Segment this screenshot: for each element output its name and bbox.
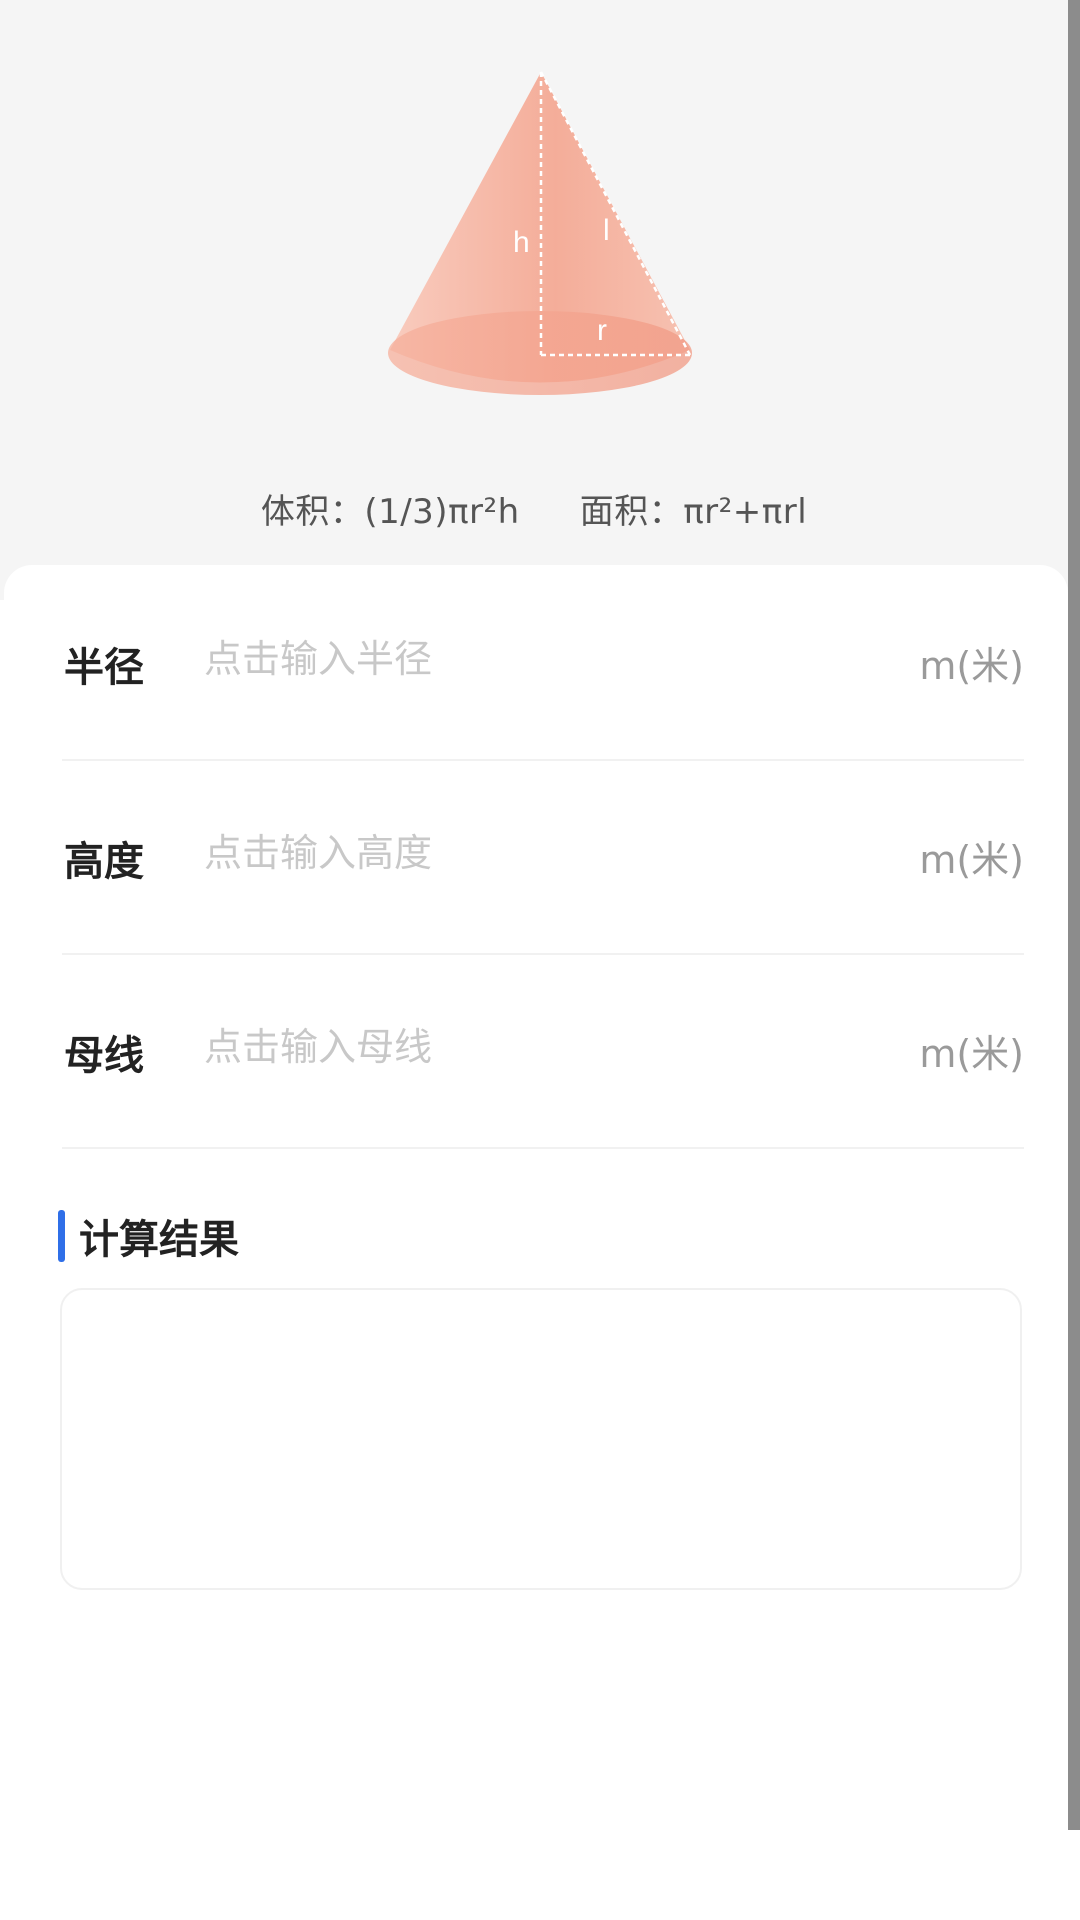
slant-row: 母线 m(米)	[62, 953, 1024, 1149]
result-section-title: 计算结果	[58, 1208, 239, 1264]
radius-input[interactable]	[204, 627, 804, 691]
accent-bar	[58, 1210, 65, 1262]
radius-label: r	[597, 314, 607, 347]
radius-unit: m(米)	[919, 644, 1024, 688]
slant-label: l	[603, 214, 610, 247]
height-label: h	[513, 226, 530, 259]
result-title-text: 计算结果	[79, 1217, 239, 1263]
formula-text: 体积：(1/3)πr²h 面积：πr²+πrl	[0, 484, 1068, 533]
height-input[interactable]	[204, 821, 804, 885]
area-formula: 面积：πr²+πrl	[579, 492, 808, 532]
height-row: 高度 m(米)	[62, 759, 1024, 955]
radius-label-text: 半径	[64, 645, 144, 691]
result-box	[60, 1288, 1022, 1590]
slant-unit: m(米)	[919, 1032, 1024, 1076]
volume-formula: 体积：(1/3)πr²h	[260, 492, 520, 532]
cone-illustration-area: h l r 体积：(1/3)πr²h 面积：πr²+πrl	[0, 0, 1068, 600]
cone-diagram: h l r	[388, 71, 692, 395]
height-unit: m(米)	[919, 838, 1024, 882]
height-label-text: 高度	[64, 839, 144, 885]
radius-row: 半径 m(米)	[62, 565, 1024, 761]
cone-calculator-screen: h l r 体积：(1/3)πr²h 面积：πr²+πrl 半径 m(米) 高度 …	[0, 0, 1080, 1920]
scrollbar[interactable]	[1068, 0, 1080, 1830]
slant-input[interactable]	[204, 1015, 804, 1079]
slant-label-text: 母线	[64, 1033, 144, 1079]
